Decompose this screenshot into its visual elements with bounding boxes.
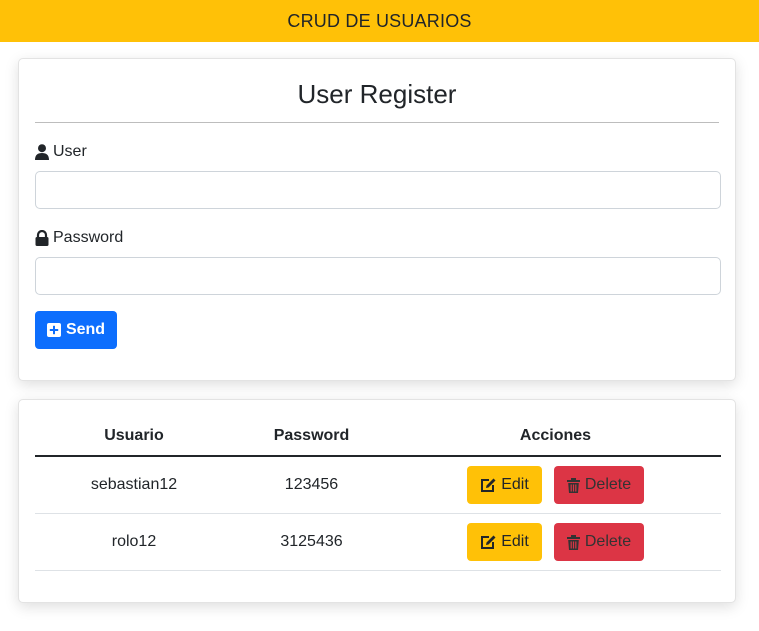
send-button[interactable]: Send — [35, 311, 117, 349]
register-card: User Register User Password Send — [18, 58, 736, 381]
cell-usuario: sebastian12 — [35, 456, 233, 514]
user-icon — [35, 144, 49, 160]
table-row: rolo12 3125436 Edit Delete — [35, 513, 721, 571]
column-header-acciones: Acciones — [390, 416, 721, 457]
table-row: sebastian12 123456 Edit Delete — [35, 456, 721, 514]
trash-icon — [566, 534, 580, 550]
user-input[interactable] — [35, 171, 721, 209]
form-divider — [35, 122, 719, 123]
cell-password: 3125436 — [233, 513, 390, 571]
cell-usuario: rolo12 — [35, 513, 233, 571]
delete-button[interactable]: Delete — [554, 523, 644, 561]
form-title: User Register — [297, 79, 457, 109]
users-table: Usuario Password Acciones sebastian12 12… — [35, 416, 721, 571]
password-input[interactable] — [35, 257, 721, 295]
password-label-text: Password — [53, 229, 124, 246]
edit-button-label: Edit — [501, 476, 529, 493]
cell-actions: Edit Delete — [390, 456, 721, 514]
delete-button[interactable]: Delete — [554, 466, 644, 504]
column-header-usuario: Usuario — [35, 416, 233, 457]
column-header-password: Password — [233, 416, 390, 457]
edit-icon — [480, 535, 496, 550]
user-label: User — [35, 142, 87, 162]
app-title: CRUD DE USUARIOS — [287, 10, 472, 31]
edit-button-label: Edit — [501, 533, 529, 550]
lock-icon — [35, 230, 49, 246]
password-label: Password — [35, 228, 123, 248]
edit-icon — [480, 478, 496, 493]
trash-icon — [566, 477, 580, 493]
edit-button[interactable]: Edit — [467, 466, 542, 504]
users-card: Usuario Password Acciones sebastian12 12… — [18, 399, 736, 603]
plus-square-icon — [46, 323, 61, 337]
delete-button-label: Delete — [584, 476, 632, 493]
cell-actions: Edit Delete — [390, 513, 721, 571]
edit-button[interactable]: Edit — [467, 523, 542, 561]
cell-password: 123456 — [233, 456, 390, 514]
delete-button-label: Delete — [584, 533, 632, 550]
table-header-row: Usuario Password Acciones — [35, 416, 721, 457]
app-header: CRUD DE USUARIOS — [0, 0, 759, 42]
send-button-label: Send — [65, 321, 106, 338]
user-label-text: User — [53, 143, 87, 160]
